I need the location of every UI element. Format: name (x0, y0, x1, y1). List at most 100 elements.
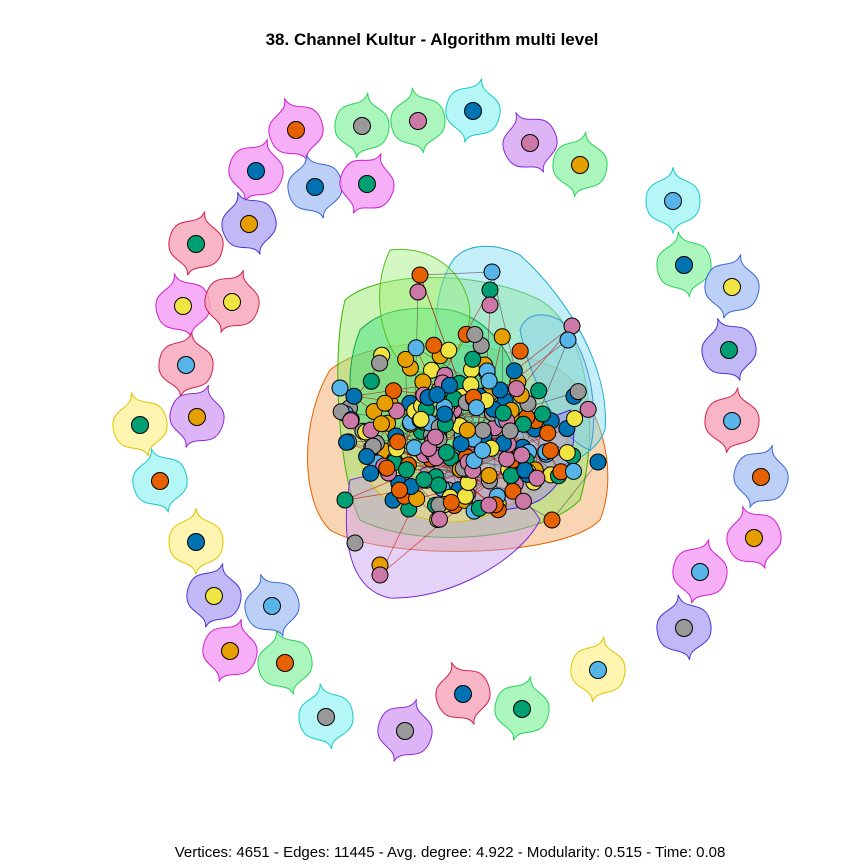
cluster-node (511, 342, 529, 360)
ring-node (675, 619, 693, 637)
cluster-node (430, 476, 447, 494)
cluster-node (480, 496, 498, 514)
ring-node (513, 700, 531, 718)
cluster-node (371, 354, 389, 372)
cluster-node (376, 394, 394, 412)
ring-node (287, 121, 305, 139)
ring-node (396, 722, 414, 740)
cluster-node (513, 446, 531, 464)
cluster-node (358, 448, 376, 465)
cluster-node (481, 296, 499, 314)
cluster-node (505, 362, 523, 380)
ring-node (358, 175, 376, 193)
cluster-node (436, 405, 454, 423)
cluster-node (480, 467, 498, 484)
ring-node (221, 642, 239, 660)
cluster-node (342, 412, 360, 430)
cluster-node (539, 424, 557, 442)
cluster-node (398, 461, 415, 479)
cluster-node (474, 421, 492, 439)
ring-node (187, 533, 205, 551)
cluster-node (493, 328, 511, 346)
cluster-node (474, 441, 492, 459)
cluster-node (458, 421, 476, 439)
ring-node (263, 597, 281, 615)
cluster-node (565, 462, 582, 480)
cluster-node (530, 382, 548, 400)
ring-node (247, 162, 265, 180)
cluster-node (338, 433, 356, 451)
cluster-node (483, 263, 501, 281)
ring-node (723, 278, 741, 296)
cluster-node (345, 387, 363, 405)
ring-node (353, 117, 371, 135)
ring-node (664, 192, 682, 210)
ring-node (723, 412, 741, 430)
cluster-node (442, 493, 460, 511)
cluster-node (589, 453, 607, 471)
cluster-node (498, 450, 516, 468)
network-plot (112, 78, 789, 762)
cluster-node (468, 399, 485, 417)
cluster-node (391, 481, 408, 499)
cluster-node (514, 492, 532, 510)
ring-node (464, 102, 482, 120)
ring-node (454, 685, 472, 703)
ring-node (675, 256, 693, 274)
cluster-node (534, 405, 551, 423)
cluster-node (372, 415, 390, 433)
cluster-node (371, 566, 389, 584)
ring-node (589, 661, 607, 679)
cluster-node (405, 439, 423, 457)
cluster-node (389, 433, 407, 451)
cluster-node (412, 410, 430, 428)
cluster-node (541, 442, 559, 460)
cluster-node (426, 428, 444, 446)
cluster-node (464, 350, 482, 368)
ring-node (571, 156, 589, 174)
cluster-node (569, 383, 587, 401)
cluster-node (566, 410, 584, 428)
cluster-node (438, 444, 455, 461)
ring-node (205, 587, 223, 605)
cluster-node (528, 469, 546, 487)
cluster-node (559, 331, 577, 349)
cluster-node (563, 317, 581, 335)
cluster-node (558, 444, 576, 462)
ring-node (151, 472, 169, 490)
cluster-node (431, 510, 448, 528)
ring-node (174, 297, 192, 315)
cluster-node (543, 511, 561, 529)
cluster-node (346, 534, 364, 552)
cluster-node (481, 281, 499, 299)
cluster-node (411, 266, 429, 284)
cluster-node (409, 283, 427, 301)
cluster-node (378, 459, 396, 477)
cluster-node (425, 336, 443, 354)
ring-node (177, 356, 195, 374)
ring-node (131, 416, 149, 434)
ring-node (317, 708, 335, 726)
ring-node (276, 654, 294, 672)
ring-node (306, 178, 324, 196)
cluster-node (480, 372, 498, 390)
ring-node (409, 112, 427, 130)
cluster-node (494, 404, 512, 422)
cluster-node (508, 380, 525, 398)
cluster-node (428, 386, 446, 404)
cluster-node (336, 491, 354, 509)
cluster-node (466, 326, 484, 343)
cluster-node (440, 341, 458, 359)
ring-node (752, 468, 770, 486)
ring-node (720, 341, 738, 359)
ring-node (691, 563, 709, 581)
cluster-node (501, 422, 519, 440)
cluster-node (407, 339, 425, 357)
ring-node (188, 408, 206, 426)
ring-node (187, 235, 205, 253)
cluster-node (415, 471, 433, 489)
cluster-node (362, 372, 380, 390)
cluster-node (579, 400, 597, 418)
cluster-node (331, 379, 349, 397)
cluster-node (362, 464, 380, 482)
